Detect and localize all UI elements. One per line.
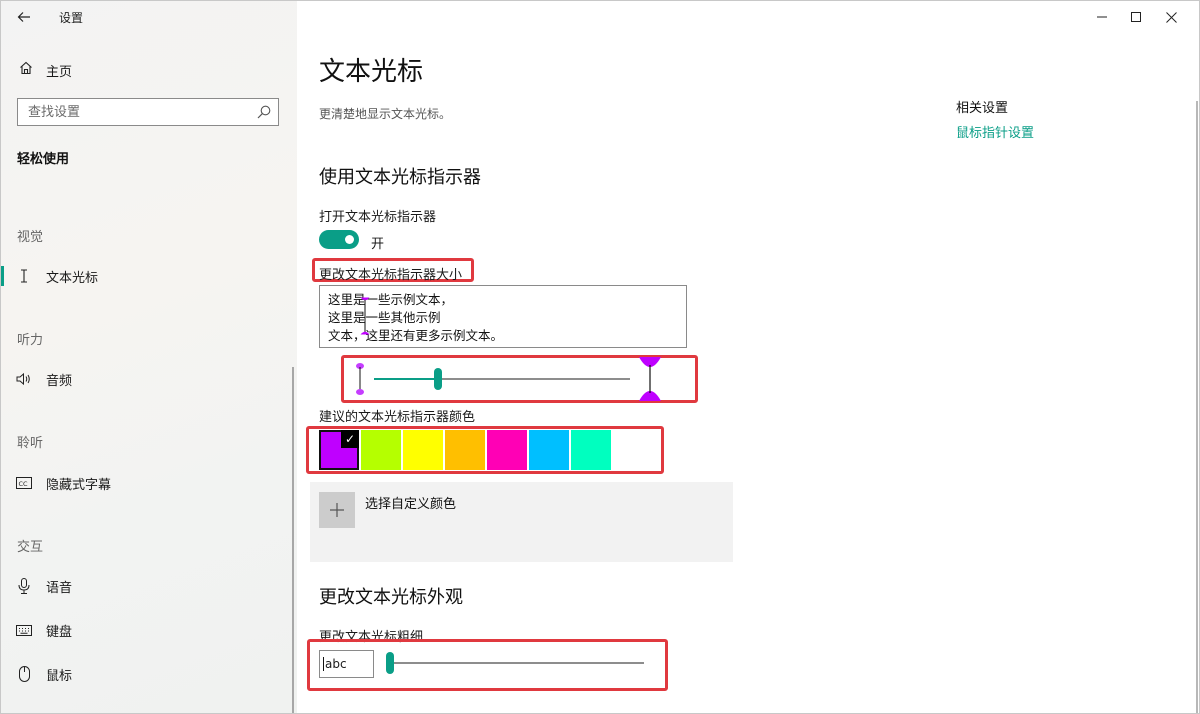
sidebar-item-label: 文本光标 (46, 270, 99, 286)
toggle-knob (345, 235, 354, 244)
title-bar-left: 设置 (1, 1, 297, 33)
microphone-icon (15, 578, 33, 594)
search-input[interactable] (26, 103, 256, 121)
group-label-listen: 聆听 (17, 436, 44, 451)
indicator-heading: 使用文本光标指示器 (319, 167, 481, 188)
arrow-left-icon (17, 12, 30, 22)
sidebar-item-label: 键盘 (46, 624, 73, 640)
swatch-sky-blue[interactable] (529, 430, 569, 470)
thickness-slider-track[interactable] (388, 662, 644, 664)
large-indicator-icon (639, 357, 661, 401)
group-label-interaction: 交互 (17, 540, 44, 555)
color-label: 建议的文本光标指示器颜色 (319, 410, 476, 425)
main-content: 文本光标 更清楚地显示文本光标。 使用文本光标指示器 打开文本光标指示器 开 更… (298, 1, 1199, 713)
settings-window: 设置 主页 轻松使用 视觉 文本光标 听力 (0, 0, 1200, 714)
nav-home-label: 主页 (46, 64, 73, 80)
preview-line-2: 这里是一些其他示例 (328, 310, 441, 325)
mouse-pointer-settings-link[interactable]: 鼠标指针设置 (956, 122, 1034, 141)
small-indicator-icon (356, 363, 364, 395)
sidebar-item-label: 音频 (46, 373, 73, 389)
preview-line-1: 这里是一些示例文本， (328, 292, 454, 307)
swatch-lime[interactable] (361, 430, 401, 470)
size-slider-fill (374, 378, 436, 380)
text-cursor-indicator-preview (360, 297, 370, 335)
indicator-toggle[interactable] (319, 230, 359, 249)
active-indicator (1, 266, 4, 286)
sidebar-item-text-cursor[interactable]: 文本光标 (1, 260, 297, 292)
nav-home[interactable]: 主页 (1, 55, 297, 85)
swatch-pink[interactable] (487, 430, 527, 470)
back-button[interactable] (11, 5, 37, 29)
thickness-preview: abc (319, 650, 374, 678)
sidebar-item-closed-captions[interactable]: CC 隐藏式字幕 (1, 467, 297, 499)
minimize-icon (1097, 16, 1107, 18)
search-box[interactable] (17, 98, 279, 126)
size-slider-thumb[interactable] (434, 368, 442, 390)
sidebar-item-audio[interactable]: 音频 (1, 363, 297, 395)
preview-line-3: 文本，这里还有更多示例文本。 (328, 328, 504, 343)
text-cursor-icon (15, 269, 33, 283)
thickness-slider-thumb[interactable] (386, 652, 394, 674)
app-title: 设置 (59, 11, 84, 25)
indicator-toggle-label: 打开文本光标指示器 (319, 210, 437, 225)
related-settings-title: 相关设置 (956, 101, 1009, 116)
sidebar-item-label: 鼠标 (46, 668, 73, 684)
sidebar-scrollbar[interactable] (292, 367, 294, 713)
sidebar: 设置 主页 轻松使用 视觉 文本光标 听力 (1, 1, 297, 713)
swatch-purple[interactable]: ✓ (319, 430, 359, 470)
search-icon[interactable] (256, 104, 272, 120)
sidebar-item-label: 语音 (46, 580, 73, 596)
close-button[interactable] (1148, 1, 1194, 33)
group-label-vision: 视觉 (17, 230, 44, 245)
keyboard-icon (15, 624, 33, 636)
indicator-preview-box: 这里是一些示例文本， 这里是一些其他示例 文本，这里还有更多示例文本。 (319, 285, 687, 348)
checkmark-icon: ✓ (341, 430, 359, 448)
close-icon (1165, 11, 1177, 23)
main-scrollbar[interactable] (1196, 101, 1198, 713)
custom-color-label: 选择自定义颜色 (365, 497, 457, 512)
sidebar-item-mouse[interactable]: 鼠标 (1, 658, 297, 690)
swatch-mint[interactable] (571, 430, 611, 470)
custom-color-button[interactable]: 选择自定义颜色 (310, 482, 733, 562)
closed-caption-icon: CC (15, 477, 33, 489)
group-label-hearing: 听力 (17, 333, 44, 348)
swatch-orange[interactable] (445, 430, 485, 470)
appearance-heading: 更改文本光标外观 (319, 587, 463, 608)
sidebar-item-keyboard[interactable]: 键盘 (1, 614, 297, 646)
home-icon (17, 61, 35, 79)
plus-icon (319, 492, 355, 528)
color-swatch-row: ✓ (319, 430, 613, 470)
sidebar-item-label: 隐藏式字幕 (46, 477, 112, 493)
svg-text:CC: CC (19, 480, 29, 488)
thickness-preview-text: abc (325, 657, 347, 671)
sidebar-item-speech[interactable]: 语音 (1, 570, 297, 602)
page-title: 文本光标 (319, 57, 424, 87)
mouse-icon (15, 666, 33, 682)
text-caret (323, 657, 324, 671)
speaker-icon (15, 372, 33, 386)
category-title: 轻松使用 (17, 152, 70, 167)
maximize-icon (1131, 12, 1141, 22)
indicator-size-label: 更改文本光标指示器大小 (319, 268, 463, 283)
page-description: 更清楚地显示文本光标。 (319, 107, 452, 121)
toggle-state-label: 开 (371, 237, 385, 252)
swatch-yellow[interactable] (403, 430, 443, 470)
